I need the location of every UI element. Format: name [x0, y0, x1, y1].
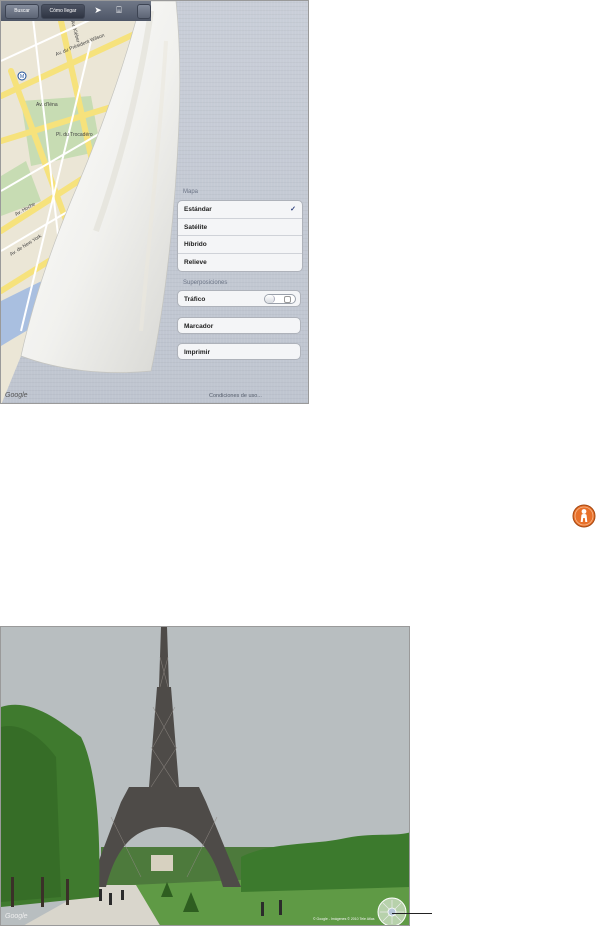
- map-type-terrain[interactable]: Relieve: [178, 254, 302, 272]
- location-arrow-icon[interactable]: ➤: [92, 4, 104, 17]
- checkmark-icon: ✓: [290, 206, 296, 213]
- traffic-label: Tráfico: [184, 296, 206, 303]
- bookmark-button[interactable]: Marcador: [177, 317, 301, 334]
- street-view-screenshot[interactable]: Google © Google - Imágenes © 2010 Tele A…: [0, 626, 410, 926]
- map-type-list: Estándar ✓ Satélite Híbrido Relieve: [177, 200, 303, 272]
- directions-button[interactable]: Cómo llegar: [41, 4, 85, 19]
- google-attribution: Google: [5, 913, 28, 920]
- svg-text:M: M: [20, 74, 24, 80]
- traffic-row: Tráfico: [177, 290, 301, 307]
- map-type-label: Híbrido: [184, 241, 207, 248]
- map-type-label: Satélite: [184, 223, 208, 231]
- toggle-knob: [265, 295, 275, 303]
- callout-line: [392, 913, 432, 914]
- maps-options-screenshot: Av. du Président Wilson Av. de New York …: [0, 0, 309, 404]
- print-button[interactable]: Imprimir: [177, 343, 301, 360]
- street-view-copyright: © Google - Imágenes © 2010 Tele Atlas: [313, 917, 375, 921]
- terms-of-use-link[interactable]: Condiciones de uso...: [209, 393, 262, 399]
- street-view-compass[interactable]: [375, 895, 409, 925]
- bookmarks-book-icon[interactable]: ⌸: [113, 4, 125, 17]
- toggle-off-icon: [284, 296, 291, 303]
- traffic-toggle[interactable]: [264, 294, 296, 304]
- page-curl-button[interactable]: [137, 4, 151, 19]
- google-attribution: Google: [5, 392, 28, 399]
- map-label: Pl. du Trocadéro: [56, 132, 93, 138]
- maps-toolbar: Buscar Cómo llegar ➤ ⌸: [1, 1, 151, 21]
- map-type-satellite[interactable]: Satélite: [178, 219, 302, 236]
- map-type-standard[interactable]: Estándar ✓: [178, 201, 302, 219]
- street-view-pegman-icon: [572, 504, 596, 528]
- search-button[interactable]: Buscar: [5, 4, 39, 19]
- map-label: Av. d'Iéna: [36, 102, 58, 108]
- overlays-section-title: Superposiciones: [183, 280, 228, 286]
- map-type-label: Estándar: [184, 206, 212, 213]
- street-view-photo: [1, 627, 409, 925]
- map-section-title: Mapa: [183, 189, 199, 195]
- map-type-hybrid[interactable]: Híbrido: [178, 236, 302, 254]
- map-type-label: Relieve: [184, 258, 207, 266]
